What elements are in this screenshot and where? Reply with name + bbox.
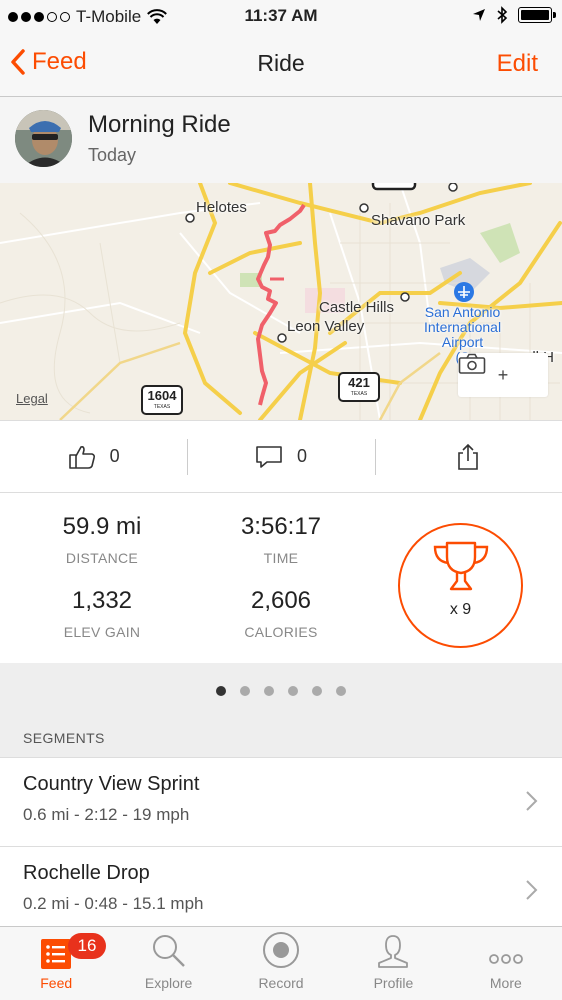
map-label-leon-valley: Leon Valley bbox=[287, 318, 365, 335]
edit-button[interactable]: Edit bbox=[497, 50, 538, 78]
profile-icon bbox=[378, 935, 409, 968]
share-button[interactable] bbox=[374, 421, 562, 492]
comments-button[interactable]: 0 bbox=[187, 421, 374, 492]
location-arrow-icon bbox=[473, 9, 485, 21]
comment-icon bbox=[256, 445, 282, 468]
tab-explore-label: Explore bbox=[144, 975, 193, 991]
trophy-icon bbox=[433, 541, 489, 591]
highway-1604-number: 1604 bbox=[147, 388, 177, 403]
record-icon bbox=[263, 932, 300, 968]
page-dot[interactable] bbox=[240, 686, 250, 696]
time-label: TIME bbox=[263, 550, 299, 566]
time-value: 3:56:17 bbox=[240, 513, 322, 540]
page-dot[interactable] bbox=[216, 686, 226, 696]
calories-value: 2,606 bbox=[250, 587, 312, 614]
map-label-helotes: Helotes bbox=[196, 199, 247, 216]
stat-calories: 2,606 CALORIES bbox=[191, 587, 371, 640]
tab-more[interactable]: More bbox=[450, 927, 562, 1000]
segment-name: Rochelle Drop bbox=[23, 862, 150, 884]
status-right bbox=[472, 6, 556, 24]
page-indicator[interactable] bbox=[0, 663, 562, 719]
airport-line-3: Airport bbox=[441, 334, 484, 350]
stat-elevation: 1,332 ELEV GAIN bbox=[12, 587, 192, 640]
stat-distance: 59.9 mi DISTANCE bbox=[12, 513, 192, 566]
chevron-right-icon bbox=[526, 880, 538, 900]
legal-link[interactable]: Legal bbox=[16, 391, 48, 406]
battery-fill bbox=[521, 10, 549, 20]
notification-badge: 16 bbox=[68, 933, 106, 959]
page-dot[interactable] bbox=[288, 686, 298, 696]
page-dot[interactable] bbox=[312, 686, 322, 696]
tab-feed[interactable]: Feed 16 bbox=[0, 927, 112, 1000]
page-title: Ride bbox=[257, 50, 305, 76]
tab-explore[interactable]: Explore bbox=[112, 927, 224, 1000]
activity-title: Morning Ride bbox=[88, 111, 231, 138]
bluetooth-icon bbox=[497, 6, 508, 24]
page-dot[interactable] bbox=[264, 686, 274, 696]
map-label-shavano-park: Shavano Park bbox=[371, 212, 466, 229]
highway-shield-1604: 1604 TEXAS bbox=[141, 385, 183, 415]
segment-row[interactable]: Rochelle Drop 0.2 mi - 0:48 - 15.1 mph bbox=[0, 846, 562, 935]
battery-icon bbox=[518, 7, 556, 23]
social-bar: 0 0 bbox=[0, 420, 562, 493]
tab-profile[interactable]: Profile bbox=[337, 927, 449, 1000]
elevation-value: 1,332 bbox=[71, 587, 133, 614]
segment-row[interactable]: Country View Sprint 0.6 mi - 2:12 - 19 m… bbox=[0, 757, 562, 846]
kudos-button[interactable]: 0 bbox=[0, 421, 187, 492]
highway-shield-421: 421 TEXAS bbox=[338, 372, 380, 402]
tab-record[interactable]: Record bbox=[225, 927, 337, 1000]
segment-stats: 0.6 mi - 2:12 - 19 mph bbox=[23, 805, 190, 824]
segments-header: SEGMENTS bbox=[0, 719, 562, 757]
airport-line-2: International bbox=[424, 319, 502, 335]
tab-bar: Feed 16 Explore Record Profile More bbox=[0, 926, 562, 1000]
activity-stats: 59.9 mi DISTANCE 3:56:17 TIME 1,332 ELEV… bbox=[0, 493, 562, 663]
add-photo-button[interactable]: + bbox=[458, 353, 548, 397]
status-bar: T-Mobile 11:37 AM bbox=[0, 0, 562, 34]
plus-icon: + bbox=[497, 364, 509, 385]
calories-label: CALORIES bbox=[244, 624, 318, 640]
share-icon bbox=[458, 443, 479, 470]
activity-header[interactable]: Morning Ride Today bbox=[0, 97, 562, 183]
kudos-count: 0 bbox=[109, 446, 120, 466]
achievements-button[interactable]: x 9 bbox=[398, 523, 523, 648]
search-icon bbox=[152, 935, 185, 967]
elevation-label: ELEV GAIN bbox=[63, 624, 141, 640]
highway-421-number: 421 bbox=[348, 375, 370, 390]
activity-date: Today bbox=[88, 145, 137, 165]
distance-value: 59.9 mi bbox=[62, 513, 142, 540]
route-map[interactable]: Helotes Shavano Park Castle Hills Leon V… bbox=[0, 183, 562, 420]
achievements-count: x 9 bbox=[449, 601, 472, 618]
chevron-right-icon bbox=[526, 791, 538, 811]
feed-icon bbox=[41, 939, 72, 969]
navigation-bar: Feed Ride Edit bbox=[0, 34, 562, 97]
map-label-castle-hills: Castle Hills bbox=[319, 299, 395, 316]
tab-more-label: More bbox=[489, 975, 522, 991]
tab-feed-label: Feed bbox=[40, 975, 73, 991]
more-icon bbox=[488, 954, 523, 964]
comments-count: 0 bbox=[296, 446, 307, 466]
highway-421-state: TEXAS bbox=[350, 391, 368, 397]
tab-profile-label: Profile bbox=[373, 975, 414, 991]
thumbs-up-icon bbox=[68, 445, 95, 469]
page-dot[interactable] bbox=[336, 686, 346, 696]
distance-label: DISTANCE bbox=[65, 550, 139, 566]
avatar[interactable] bbox=[15, 110, 72, 167]
tab-record-label: Record bbox=[258, 975, 304, 991]
segment-stats: 0.2 mi - 0:48 - 15.1 mph bbox=[23, 894, 204, 913]
stat-time: 3:56:17 TIME bbox=[191, 513, 371, 566]
segment-name: Country View Sprint bbox=[23, 773, 200, 795]
camera-icon bbox=[458, 353, 486, 374]
airport-line-1: San Antonio bbox=[424, 304, 501, 320]
highway-1604-state: TEXAS bbox=[153, 404, 171, 410]
